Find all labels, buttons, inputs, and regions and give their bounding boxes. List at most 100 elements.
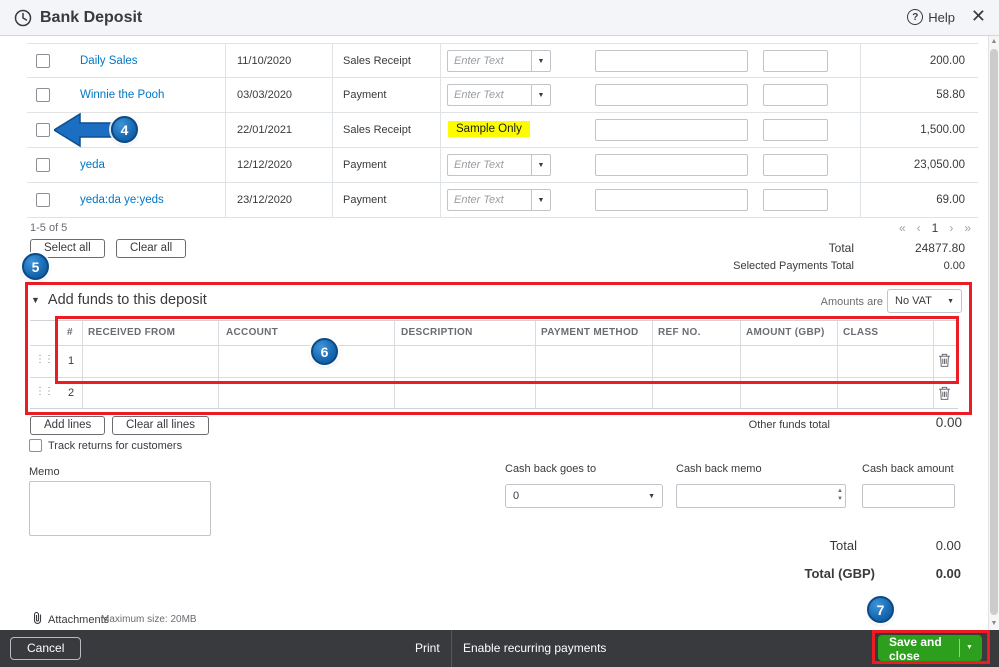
sample-only-highlight[interactable]: Sample Only — [448, 121, 530, 137]
row-checkbox[interactable] — [36, 54, 50, 68]
date-cell: 23/12/2020 — [237, 194, 293, 206]
row-checkbox[interactable] — [36, 88, 50, 102]
chevron-down-icon: ▼ — [648, 492, 655, 500]
scrollbar-thumb[interactable] — [990, 49, 998, 615]
cancel-button[interactable]: Cancel — [10, 637, 82, 660]
other-funds-total-label: Other funds total — [748, 419, 830, 431]
customer-link[interactable]: Winnie the Pooh — [80, 89, 164, 101]
scrollbar-down-icon[interactable]: ▼ — [989, 618, 999, 630]
spinner-down-icon[interactable]: ▼ — [837, 496, 843, 502]
payment-method-input[interactable] — [447, 189, 531, 211]
row-text-input-1[interactable] — [595, 119, 748, 141]
amount-cell: 200.00 — [929, 55, 965, 67]
print-button[interactable]: Print — [415, 641, 440, 655]
row-text-input-2[interactable] — [763, 154, 828, 176]
step-badge-6: 6 — [311, 338, 338, 365]
payment-method-combo: ▼ — [447, 50, 551, 72]
spinner-up-icon[interactable]: ▲ — [837, 488, 843, 494]
dropdown-button[interactable]: ▼ — [531, 189, 551, 211]
payment-method-input[interactable] — [447, 154, 531, 176]
payment-method-combo: ▼ — [447, 189, 551, 211]
close-icon[interactable]: ✕ — [971, 6, 986, 27]
recurring-payments-button[interactable]: Enable recurring payments — [463, 641, 606, 655]
type-cell: Payment — [343, 159, 387, 171]
clear-all-button[interactable]: Clear all — [116, 239, 187, 258]
column-header-payment-method: PAYMENT METHOD — [541, 327, 639, 338]
customer-link[interactable]: yeda:da ye:yeds — [80, 194, 164, 206]
row-text-input-1[interactable] — [595, 84, 748, 106]
row-checkbox[interactable] — [36, 158, 50, 172]
cash-back-amount-input[interactable] — [862, 484, 955, 508]
row-text-input-1[interactable] — [595, 154, 748, 176]
row-checkbox[interactable] — [36, 123, 50, 137]
chevron-down-icon: ▼ — [537, 57, 545, 65]
payment-method-combo: ▼ — [447, 84, 551, 106]
payment-method-input[interactable] — [447, 84, 531, 106]
customer-link[interactable]: yeda — [80, 159, 105, 171]
amount-cell: 69.00 — [936, 194, 965, 206]
recent-transactions-icon[interactable] — [13, 8, 33, 33]
trash-icon[interactable] — [938, 386, 951, 406]
next-page-button[interactable]: › — [949, 221, 953, 235]
type-cell: Payment — [343, 194, 387, 206]
track-returns-label: Track returns for customers — [48, 439, 183, 452]
dropdown-button[interactable]: ▼ — [531, 154, 551, 176]
attachments-button[interactable]: Attachments — [32, 611, 109, 628]
add-lines-button[interactable]: Add lines — [30, 416, 106, 435]
tax-treatment-select[interactable]: No VAT ▼ — [887, 289, 962, 313]
cash-back-memo-input[interactable] — [676, 484, 846, 508]
scrollbar-up-icon[interactable]: ▲ — [989, 36, 999, 48]
customer-link[interactable]: Daily Sales — [80, 55, 138, 67]
row-text-input-2[interactable] — [763, 50, 828, 72]
chevron-down-icon: ▼ — [537, 161, 545, 169]
row-text-input-2[interactable] — [763, 84, 828, 106]
row-number: 1 — [68, 355, 75, 367]
table-row: yeda 12/12/2020 Payment ▼ 23,050.00 — [27, 148, 978, 183]
drag-handle-icon[interactable]: ⋮⋮ — [35, 354, 54, 365]
chevron-down-icon[interactable]: ▼ — [966, 644, 973, 651]
row-text-input-2[interactable] — [763, 189, 828, 211]
cash-back-account-select[interactable]: 0 ▼ — [505, 484, 663, 508]
memo-label: Memo — [29, 466, 60, 478]
step-4-arrow — [52, 112, 115, 153]
clear-all-lines-button[interactable]: Clear all lines — [112, 416, 210, 435]
header-bar: Bank Deposit ? Help ✕ — [0, 0, 999, 36]
cash-back-memo-field: ▲ ▼ — [676, 484, 846, 508]
footer-divider — [451, 630, 452, 667]
dropdown-button[interactable]: ▼ — [531, 84, 551, 106]
date-cell: 22/01/2021 — [237, 124, 293, 136]
column-header-class: CLASS — [843, 327, 879, 338]
step-badge-7: 7 — [867, 596, 894, 623]
cash-back-memo-label: Cash back memo — [676, 463, 762, 475]
step-badge-4: 4 — [111, 116, 138, 143]
track-returns-option: Track returns for customers — [29, 439, 182, 452]
table-row: Winnie the Pooh 03/03/2020 Payment ▼ 58.… — [27, 78, 978, 113]
attachments-label: Attachments — [48, 613, 110, 626]
total-value: 24877.80 — [914, 241, 965, 255]
vertical-scrollbar[interactable]: ▲ ▼ — [988, 36, 999, 630]
drag-handle-icon[interactable]: ⋮⋮ — [35, 386, 54, 397]
row-text-input-2[interactable] — [763, 119, 828, 141]
tax-treatment-value: No VAT — [895, 295, 932, 307]
trash-icon[interactable] — [938, 353, 951, 373]
type-cell: Payment — [343, 89, 387, 101]
add-funds-section-toggle[interactable]: ▼ Add funds to this deposit — [31, 292, 207, 308]
amounts-are-label: Amounts are — [820, 296, 883, 308]
collapse-caret-icon: ▼ — [31, 295, 40, 305]
track-returns-checkbox[interactable] — [29, 439, 42, 452]
row-checkbox[interactable] — [36, 193, 50, 207]
selected-payments-total-value: 0.00 — [943, 260, 965, 272]
grand-total-label: Total — [829, 538, 857, 553]
prev-page-button[interactable]: ‹ — [917, 221, 921, 235]
date-cell: 12/12/2020 — [237, 159, 293, 171]
memo-input[interactable] — [29, 481, 211, 536]
payment-method-input[interactable] — [447, 50, 531, 72]
add-funds-table: # RECEIVED FROM ACCOUNT DESCRIPTION PAYM… — [30, 320, 958, 409]
last-page-button[interactable]: » — [964, 221, 971, 235]
first-page-button[interactable]: « — [899, 221, 906, 235]
row-text-input-1[interactable] — [595, 189, 748, 211]
help-button[interactable]: ? Help — [907, 9, 955, 25]
dropdown-button[interactable]: ▼ — [531, 50, 551, 72]
row-text-input-1[interactable] — [595, 50, 748, 72]
chevron-down-icon: ▼ — [537, 91, 545, 99]
